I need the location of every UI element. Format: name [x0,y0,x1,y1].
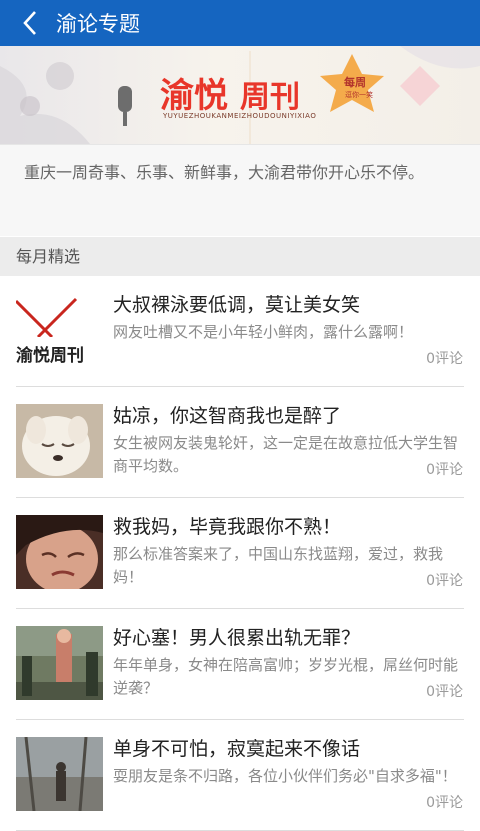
article-title: 救我妈，毕竟我跟你不熟！ [113,516,342,538]
article-thumbnail: 渝悦周刊 [16,293,103,367]
article-title: 单身不可怕，寂寞起来不像话 [113,738,361,760]
article-summary: 网友吐槽又不是小年轻小鲜肉，露什么露啊！ [113,323,414,341]
comment-count: 0评论 [426,462,463,478]
article-title: 大叔裸泳要低调，莫让美女笑 [113,294,361,316]
list-item[interactable]: 救我妈，毕竟我跟你不熟！ 那么标准答案来了，中国山东找蓝翔，爱过，救我妈！ 0评… [0,498,480,609]
banner-title-sub: 周刊 [240,80,300,115]
top-app-bar: 渝论专题 [0,0,480,46]
article-thumbnail [16,626,103,700]
page-title: 渝论专题 [56,12,140,36]
article-summary: 那么标准答案来了，中国山东找蓝翔，爱过，救我妈！ [113,545,444,586]
banner-badge: 每周 [344,76,366,89]
list-item[interactable]: 单身不可怕，寂寞起来不像话 耍朋友是条不归路，各位小伙伴们务必"自求多福"！ 0… [0,720,480,831]
list-item[interactable]: 好心塞！男人很累出轨无罪？ 年年单身，女神在陪高富帅；岁岁光棍，屌丝何时能逆袭？… [0,609,480,720]
article-summary: 年年单身，女神在陪高富帅；岁岁光棍，屌丝何时能逆袭？ [113,656,459,697]
back-button[interactable] [10,0,50,46]
banner-title-main: 渝悦 [160,76,228,116]
article-title: 姑凉，你这智商我也是醉了 [113,405,342,427]
article-title: 好心塞！男人很累出轨无罪？ [113,627,361,649]
thumbnail-text: 渝悦周刊 [16,346,84,366]
banner-pinyin: YUYUEZHOUKANMEIZHOUDOUNIYIXIAO [163,112,317,120]
comment-count: 0评论 [426,795,463,811]
list-item[interactable]: 姑凉，你这智商我也是醉了 女生被网友装鬼轮奸，这一定是在故意拉低大学生智商平均数… [0,387,480,498]
comment-count: 0评论 [426,573,463,589]
topic-description: 重庆一周奇事、乐事、新鲜事，大渝君带你开心乐不停。 [0,144,480,236]
article-thumbnail [16,515,103,589]
chevron-left-icon [23,11,36,35]
article-summary: 女生被网友装鬼轮奸，这一定是在故意拉低大学生智商平均数。 [113,434,459,475]
article-list: 渝悦周刊 大叔裸泳要低调，莫让美女笑 网友吐槽又不是小年轻小鲜肉，露什么露啊！ … [0,276,480,831]
banner-badge-sub: 逗你一笑 [345,91,373,99]
article-thumbnail [16,404,103,478]
list-item[interactable]: 渝悦周刊 大叔裸泳要低调，莫让美女笑 网友吐槽又不是小年轻小鲜肉，露什么露啊！ … [0,276,480,387]
comment-count: 0评论 [426,351,463,367]
article-summary: 耍朋友是条不归路，各位小伙伴们务必"自求多福"！ [113,767,457,785]
comment-count: 0评论 [426,684,463,700]
weekly-banner[interactable]: 渝悦 周刊 YUYUEZHOUKANMEIZHOUDOUNIYIXIAO 每周 … [0,46,480,144]
section-header-monthly: 每月精选 [0,237,480,276]
